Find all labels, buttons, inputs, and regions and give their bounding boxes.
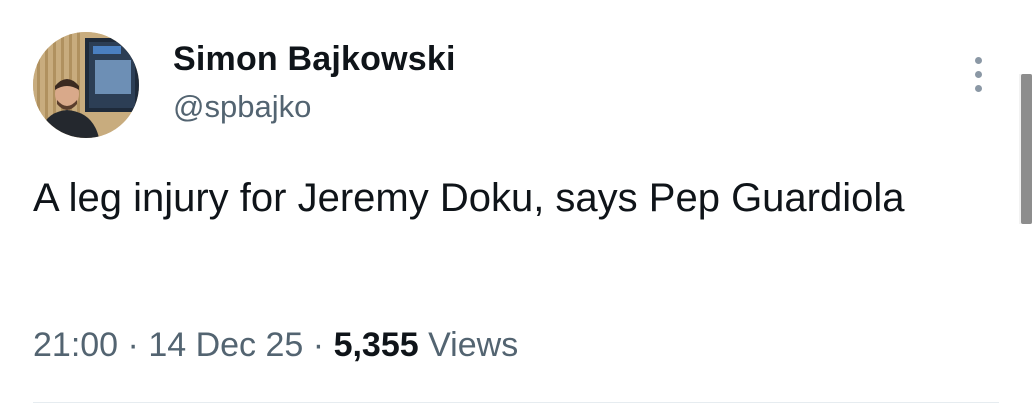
avatar[interactable] (33, 32, 139, 138)
handle[interactable]: @spbajko (173, 89, 311, 125)
display-name[interactable]: Simon Bajkowski (173, 40, 456, 79)
tweet-meta: 21:00 · 14 Dec 25 · 5,355 Views (33, 326, 518, 365)
avatar-image (33, 32, 139, 138)
dot (975, 57, 982, 64)
views-count: 5,355 (333, 326, 419, 364)
dot (975, 85, 982, 92)
separator: · (127, 326, 139, 364)
tweet-card: Simon Bajkowski @spbajko A leg injury fo… (0, 0, 1032, 403)
scrollbar-thumb[interactable] (1021, 74, 1032, 224)
dot (975, 71, 982, 78)
tweet-time[interactable]: 21:00 (33, 326, 118, 364)
separator: · (312, 326, 325, 364)
vertical-ellipsis-icon[interactable] (964, 52, 994, 96)
tweet-text: A leg injury for Jeremy Doku, says Pep G… (33, 176, 905, 220)
tweet-date[interactable]: 14 Dec 25 (148, 326, 303, 364)
views-label: Views (428, 326, 519, 364)
